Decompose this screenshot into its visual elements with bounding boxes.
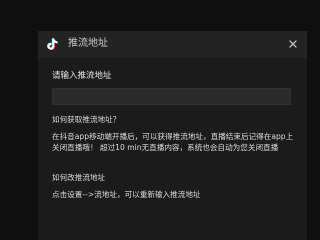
- help-answer-get-url: 在抖音app移动端开播后，可以获得推流地址，直播结束后记得在app上关闭直播哦！…: [52, 132, 294, 152]
- push-url-dialog: 推流地址 请输入推流地址 如何获取推流地址？ 在抖音app移动端开播后，可以获得…: [38, 31, 307, 240]
- push-url-label: 请输入推流地址: [52, 71, 112, 81]
- close-icon[interactable]: [287, 38, 299, 50]
- help-question-get-url: 如何获取推流地址？: [52, 115, 121, 124]
- dialog-titlebar: 推流地址: [38, 31, 307, 58]
- help-answer-change-url: 点击设置-->流地址，可以重新输入推流地址: [52, 190, 201, 199]
- push-url-input[interactable]: [52, 88, 291, 105]
- help-question-change-url: 如何改推流地址: [52, 173, 106, 182]
- dialog-title: 推流地址: [68, 38, 108, 49]
- tiktok-logo-icon: [47, 38, 58, 50]
